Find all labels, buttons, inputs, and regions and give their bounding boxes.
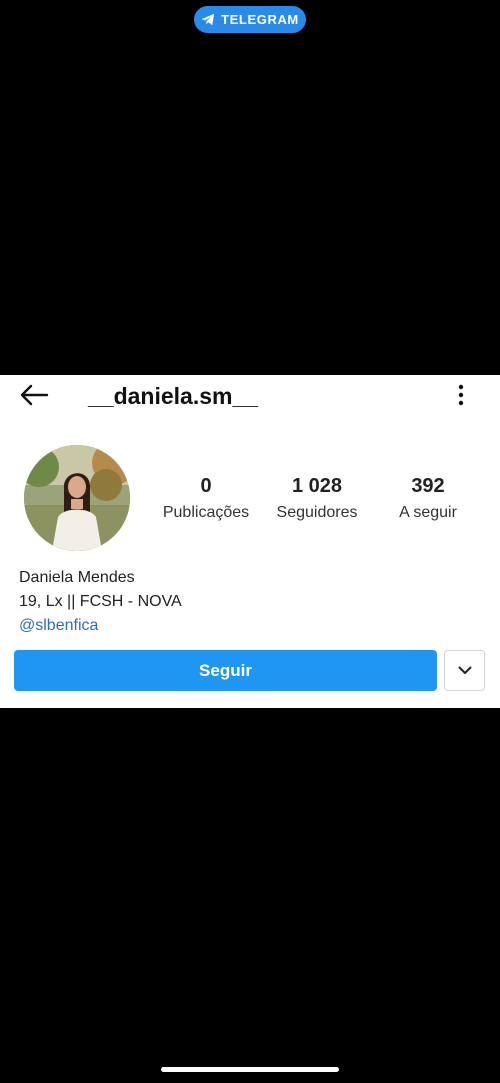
followers-stat[interactable]: 1 028 Seguidores — [268, 475, 366, 523]
bio-mention-link[interactable]: @slbenfica — [19, 614, 182, 638]
chevron-down-icon — [458, 662, 472, 680]
following-stat[interactable]: 392 A seguir — [392, 475, 464, 523]
telegram-plane-icon — [201, 13, 215, 26]
bio-name: Daniela Mendes — [19, 569, 135, 586]
avatar[interactable] — [24, 445, 130, 551]
top-bar: __daniela.sm__ — [0, 375, 500, 419]
profile-username: __daniela.sm__ — [88, 383, 259, 409]
follow-button[interactable]: Seguir — [14, 650, 437, 691]
posts-label: Publicações — [162, 504, 250, 521]
suggestions-dropdown-button[interactable] — [444, 650, 485, 691]
following-label: A seguir — [399, 504, 457, 521]
bio-line: 19, Lx || FCSH - NOVA — [19, 593, 182, 610]
followers-label: Seguidores — [276, 504, 358, 521]
followers-count: 1 028 — [291, 475, 343, 497]
back-button[interactable] — [14, 383, 54, 411]
back-arrow-icon — [19, 384, 49, 411]
profile-card: __daniela.sm__ 0 Publicações 1 028 Segui… — [0, 375, 500, 708]
more-options-button[interactable] — [448, 383, 474, 411]
bio: Daniela Mendes 19, Lx || FCSH - NOVA @sl… — [19, 566, 182, 638]
posts-count: 0 — [200, 475, 212, 497]
home-indicator[interactable] — [161, 1067, 339, 1072]
telegram-badge[interactable]: TELEGRAM — [194, 6, 306, 33]
telegram-label: TELEGRAM — [221, 12, 299, 27]
posts-stat[interactable]: 0 Publicações — [155, 475, 257, 523]
more-vertical-icon — [458, 384, 464, 411]
following-count: 392 — [411, 475, 445, 497]
